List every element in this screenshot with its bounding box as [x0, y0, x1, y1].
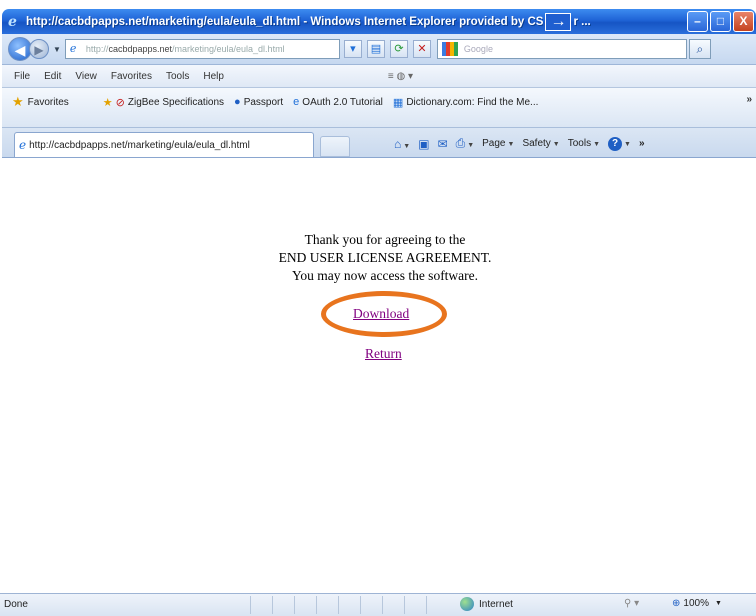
- compatibility-view-icon[interactable]: ▤: [366, 40, 385, 58]
- tab-row: e http://cacbdpapps.net/marketing/eula/e…: [2, 128, 756, 158]
- feeds-icon[interactable]: ▣: [418, 137, 429, 151]
- window-titlebar: e http://cacbdpapps.net/marketing/eula/e…: [2, 9, 756, 34]
- passport-icon: ●: [234, 96, 241, 108]
- access-text: You may now access the software.: [291, 268, 479, 283]
- window-controls: – □ X: [687, 11, 754, 32]
- zoom-dropdown-icon: ▼: [714, 600, 722, 607]
- minimize-button[interactable]: –: [687, 11, 708, 32]
- status-bar: Done Internet ⚲ ▾ ⊕ 100% ▼: [0, 593, 756, 616]
- address-prefix: http://: [85, 44, 109, 54]
- menu-bar: File Edit View Favorites Tools Help ≡ ◍ …: [2, 65, 756, 88]
- page-content: Thank you for agreeing to the END USER L…: [2, 158, 756, 593]
- help-icon: ?: [608, 136, 623, 151]
- status-text: Done: [4, 599, 28, 610]
- tab-current[interactable]: e http://cacbdpapps.net/marketing/eula/e…: [14, 132, 314, 157]
- address-toolbar: ◀ ▶ ▼ e http:// cacbdpapps.net /marketin…: [2, 34, 756, 65]
- menu-favorites[interactable]: Favorites: [111, 71, 152, 82]
- command-more-chevron[interactable]: »: [639, 138, 645, 149]
- menu-view[interactable]: View: [75, 71, 97, 82]
- favorite-passport[interactable]: ● Passport: [234, 96, 283, 108]
- page-menu[interactable]: Page ▼: [482, 138, 514, 149]
- forward-button[interactable]: ▶: [29, 39, 49, 59]
- ie-page-icon: e: [293, 96, 300, 108]
- favorites-button[interactable]: ★ Favorites: [12, 94, 69, 110]
- zigbee-icon: ⊘: [115, 96, 125, 109]
- dictionary-icon: ▦: [392, 96, 404, 109]
- page-icon: e: [69, 42, 77, 55]
- google-logo-icon: [441, 42, 458, 56]
- address-tools: ▾ ▤ ⟳ ✕: [343, 40, 431, 58]
- zoom-level: 100%: [683, 598, 709, 609]
- eula-title-text: END USER LICENSE AGREEMENT.: [278, 250, 492, 265]
- home-icon[interactable]: ⌂ ▼: [394, 137, 410, 151]
- maximize-button[interactable]: □: [710, 11, 731, 32]
- favorites-star-icon: ★: [12, 94, 24, 109]
- favorites-more-chevron[interactable]: »: [746, 94, 752, 105]
- address-path: /marketing/eula/eula_dl.html: [172, 44, 285, 54]
- address-dropdown-icon[interactable]: ▾: [343, 40, 362, 58]
- favorite-oauth-label: OAuth 2.0 Tutorial: [302, 96, 383, 108]
- return-link[interactable]: Return: [365, 346, 402, 362]
- tab-page-icon: e: [19, 138, 27, 152]
- window-title: http://cacbdpapps.net/marketing/eula/eul…: [26, 15, 544, 28]
- favorite-passport-label: Passport: [243, 96, 284, 108]
- menu-tools[interactable]: Tools: [166, 71, 189, 82]
- favorites-row: ★ Favorites ★ ⊘ ZigBee Specifications ● …: [12, 94, 548, 110]
- stop-icon[interactable]: ✕: [412, 40, 431, 58]
- address-host: cacbdpapps.net: [108, 44, 172, 54]
- safety-menu[interactable]: Safety ▼: [522, 138, 559, 149]
- zoom-icon: ⊕: [672, 598, 681, 609]
- menu-file[interactable]: File: [14, 71, 30, 82]
- favorites-bar: ★ Favorites ★ ⊘ ZigBee Specifications ● …: [2, 88, 756, 128]
- close-button[interactable]: X: [733, 11, 754, 32]
- zone-label: Internet: [479, 598, 513, 610]
- new-tab-button[interactable]: [320, 136, 350, 157]
- search-placeholder: Google: [463, 44, 493, 54]
- command-bar: ⌂ ▼ ▣ ✉ ⎙ ▼ Page ▼ Safety ▼ Tools ▼ ? ▼ »: [394, 136, 645, 151]
- globe-icon: [460, 597, 474, 611]
- thank-you-text: Thank you for agreeing to the: [304, 232, 466, 247]
- refresh-icon[interactable]: ⟳: [389, 40, 408, 58]
- tab-label: http://cacbdpapps.net/marketing/eula/eul…: [29, 139, 250, 151]
- add-favorite-icon: ★: [102, 96, 113, 109]
- toolbar-addon-icons[interactable]: ≡ ◍ ▾: [388, 71, 413, 82]
- menu-help[interactable]: Help: [203, 71, 224, 82]
- favorite-dictionary[interactable]: ▦ Dictionary.com: Find the Me...: [393, 96, 539, 109]
- history-dropdown-icon[interactable]: ▼: [53, 45, 61, 54]
- favorite-zigbee-label: ZigBee Specifications: [127, 96, 225, 108]
- favorite-oauth[interactable]: e OAuth 2.0 Tutorial: [293, 96, 383, 108]
- window-title-tail: r ...: [573, 15, 591, 28]
- search-button[interactable]: ⌕: [688, 39, 711, 59]
- menu-edit[interactable]: Edit: [44, 71, 61, 82]
- favorite-dictionary-label: Dictionary.com: Find the Me...: [406, 96, 539, 108]
- tools-menu[interactable]: Tools ▼: [568, 138, 600, 149]
- favorite-zigbee[interactable]: ★ ⊘ ZigBee Specifications: [103, 96, 224, 109]
- search-input[interactable]: Google: [436, 39, 687, 59]
- protected-mode-icon[interactable]: ⚲ ▾: [624, 598, 639, 609]
- figure-caption: [2, 0, 62, 8]
- arrow-right-icon: →: [545, 12, 572, 31]
- zoom-control[interactable]: ⊕ 100% ▼: [672, 598, 722, 609]
- print-icon[interactable]: ⎙ ▼: [456, 136, 475, 151]
- security-zone[interactable]: Internet: [460, 597, 513, 611]
- status-panels: [250, 596, 448, 614]
- download-link[interactable]: Download: [353, 306, 409, 322]
- help-menu[interactable]: ? ▼: [608, 136, 631, 151]
- favorites-label: Favorites: [27, 96, 69, 108]
- address-input[interactable]: e http:// cacbdpapps.net /marketing/eula…: [64, 39, 340, 59]
- mail-icon[interactable]: ✉: [438, 137, 448, 151]
- ie-logo-icon: e: [8, 13, 17, 30]
